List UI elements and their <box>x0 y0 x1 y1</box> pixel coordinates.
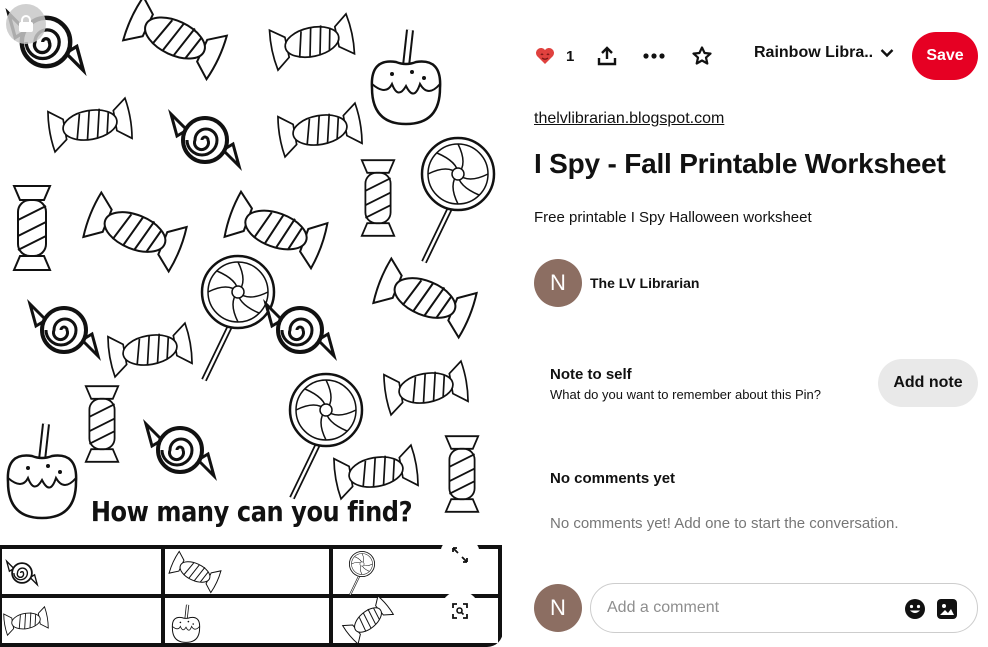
user-avatar: N <box>534 584 582 632</box>
emoji-icon <box>905 599 925 619</box>
comment-composer: N <box>534 583 978 633</box>
comments-empty-state: No comments yet! Add one to start the co… <box>550 515 899 532</box>
source-link[interactable]: thelvlibrarian.blogspot.com <box>534 110 724 128</box>
more-icon <box>643 53 665 59</box>
pin-image[interactable]: How many can you find? <box>0 0 503 647</box>
emoji-button[interactable] <box>903 597 927 621</box>
lock-icon <box>19 15 33 32</box>
share-icon <box>597 46 617 66</box>
board-selector[interactable]: Rainbow Libra... <box>754 44 894 62</box>
pin-description: Free printable I Spy Halloween worksheet <box>534 209 812 226</box>
expand-icon <box>452 547 468 563</box>
creator-name[interactable]: The LV Librarian <box>590 275 699 291</box>
worksheet-illustration <box>0 0 502 647</box>
comment-box[interactable] <box>590 583 978 633</box>
lock-button[interactable] <box>6 4 46 44</box>
creator-avatar[interactable]: N <box>534 259 582 307</box>
heart-icon <box>536 48 554 64</box>
save-button[interactable]: Save <box>912 32 978 80</box>
pin-title: I Spy - Fall Printable Worksheet <box>534 148 946 179</box>
add-note-button[interactable]: Add note <box>878 359 978 407</box>
reaction-count: 1 <box>566 47 575 65</box>
worksheet-caption: How many can you find? <box>90 495 413 528</box>
chevron-down-icon <box>880 49 894 58</box>
comments-heading: No comments yet <box>550 470 676 487</box>
note-subtitle: What do you want to remember about this … <box>550 387 821 402</box>
expand-button[interactable] <box>440 535 480 575</box>
reaction-button[interactable] <box>534 45 556 67</box>
note-to-self: Note to self What do you want to remembe… <box>534 359 978 407</box>
pin-details: 1 Rainbow Libra... Save thelvlibrarian.b <box>534 0 978 647</box>
image-upload-icon <box>937 599 957 619</box>
comment-input[interactable] <box>607 596 877 620</box>
star-icon <box>692 46 712 65</box>
share-button[interactable] <box>595 44 619 68</box>
creator-profile[interactable]: N The LV Librarian <box>534 259 699 307</box>
more-options-button[interactable] <box>642 44 666 68</box>
image-upload-button[interactable] <box>935 597 959 621</box>
board-name: Rainbow Libra... <box>754 44 872 61</box>
favorite-button[interactable] <box>690 44 714 68</box>
visual-search-button[interactable] <box>440 591 480 631</box>
visual-search-icon <box>452 603 468 619</box>
note-title: Note to self <box>550 366 632 383</box>
action-bar: 1 Rainbow Libra... Save <box>534 32 978 80</box>
